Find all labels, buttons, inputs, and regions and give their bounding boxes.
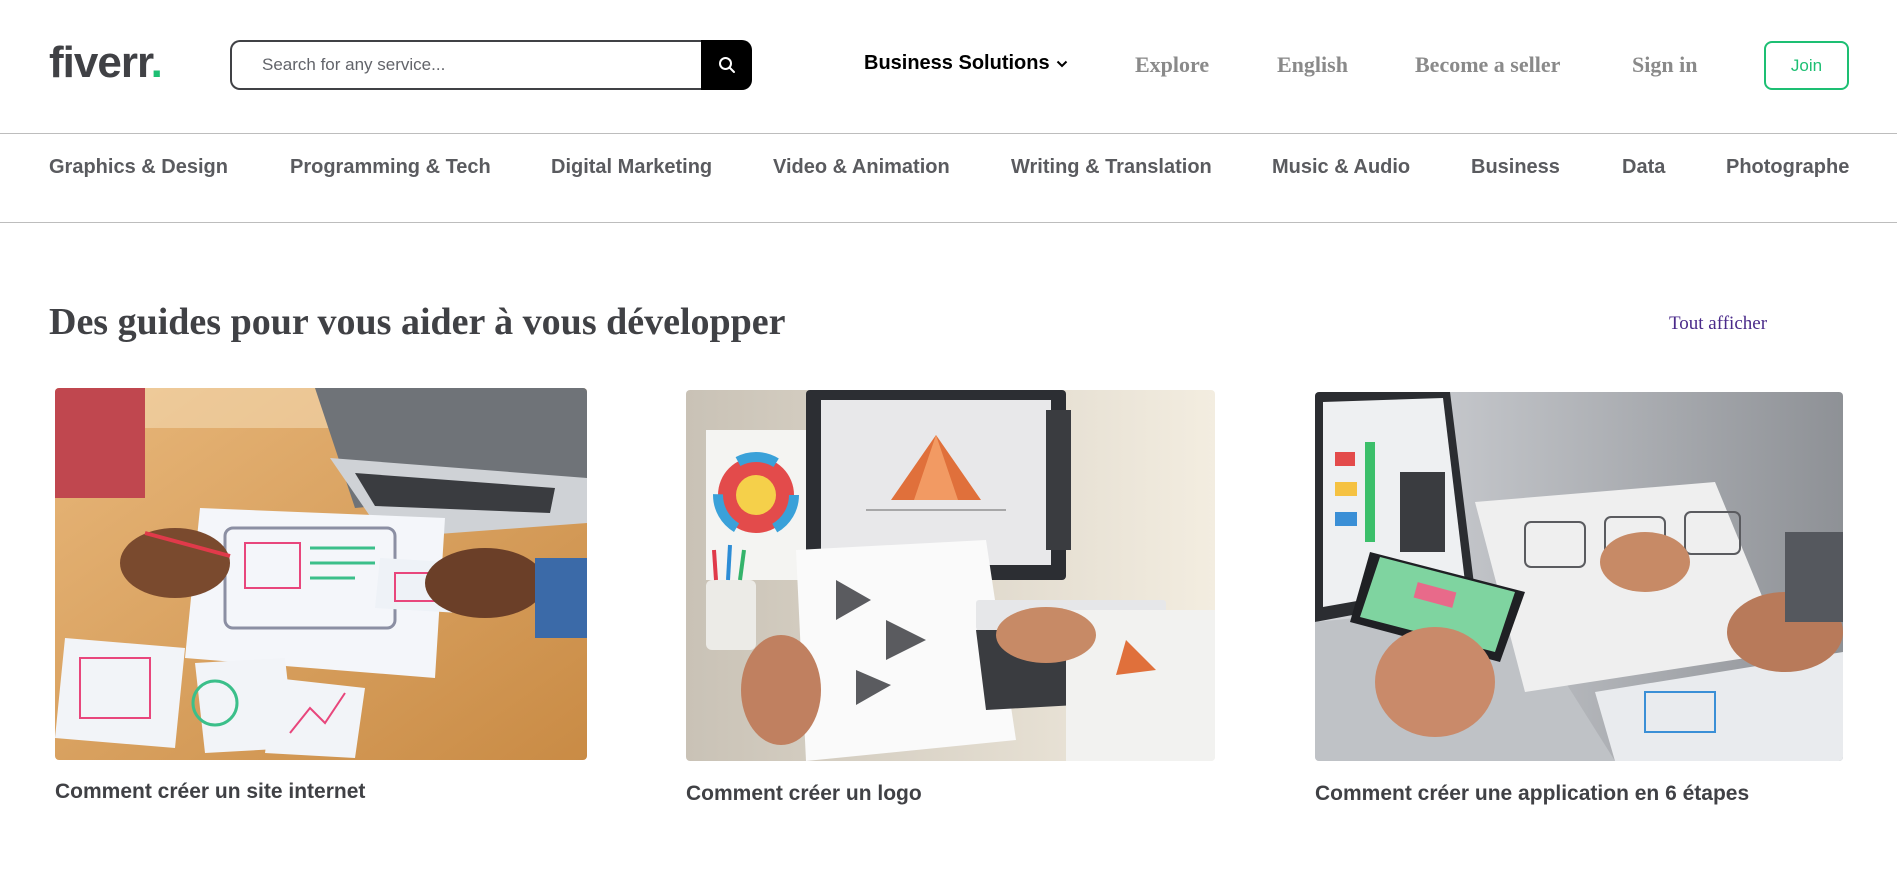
business-solutions-menu[interactable]: Business Solutions — [864, 52, 1068, 75]
guide-caption-logo[interactable]: Comment créer un logo — [686, 782, 922, 806]
category-video-animation[interactable]: Video & Animation — [773, 156, 950, 179]
nav-language[interactable]: English — [1277, 52, 1348, 78]
business-solutions-label: Business Solutions — [864, 52, 1050, 74]
category-writing-translation[interactable]: Writing & Translation — [1011, 156, 1212, 179]
search-icon — [718, 57, 735, 73]
search-bar — [230, 40, 752, 90]
fiverr-logo[interactable]: fiverr. — [49, 38, 163, 88]
see-all-link[interactable]: Tout afficher — [1669, 313, 1767, 335]
guide-image-logo[interactable] — [686, 390, 1215, 761]
nav-explore[interactable]: Explore — [1135, 52, 1209, 78]
section-title: Des guides pour vous aider à vous dévelo… — [49, 301, 786, 343]
chevron-down-icon — [1056, 60, 1067, 67]
category-photography[interactable]: Photographe — [1726, 156, 1849, 179]
category-graphics-design[interactable]: Graphics & Design — [49, 156, 228, 179]
guide-image-website[interactable] — [55, 388, 587, 760]
nav-become-seller[interactable]: Become a seller — [1415, 52, 1560, 78]
category-menu: Graphics & Design Programming & Tech Dig… — [0, 134, 1897, 223]
guide-caption-website[interactable]: Comment créer un site internet — [55, 780, 365, 804]
app-design-illustration — [1315, 392, 1843, 761]
logo-dot: . — [150, 38, 163, 87]
category-business[interactable]: Business — [1471, 156, 1560, 179]
top-header: fiverr. Business Solutions Explore Engli… — [0, 0, 1897, 134]
website-wireframe-illustration — [55, 388, 587, 760]
guide-caption-app[interactable]: Comment créer une application en 6 étape… — [1315, 782, 1749, 806]
nav-sign-in[interactable]: Sign in — [1632, 52, 1697, 78]
category-programming-tech[interactable]: Programming & Tech — [290, 156, 491, 179]
join-button[interactable]: Join — [1764, 41, 1849, 90]
guide-image-app[interactable] — [1315, 392, 1843, 761]
category-data[interactable]: Data — [1622, 156, 1665, 179]
logo-text: fiverr — [49, 38, 152, 87]
search-input[interactable] — [230, 40, 704, 90]
category-digital-marketing[interactable]: Digital Marketing — [551, 156, 712, 179]
logo-design-illustration — [686, 390, 1215, 761]
search-button[interactable] — [701, 40, 752, 90]
category-music-audio[interactable]: Music & Audio — [1272, 156, 1410, 179]
